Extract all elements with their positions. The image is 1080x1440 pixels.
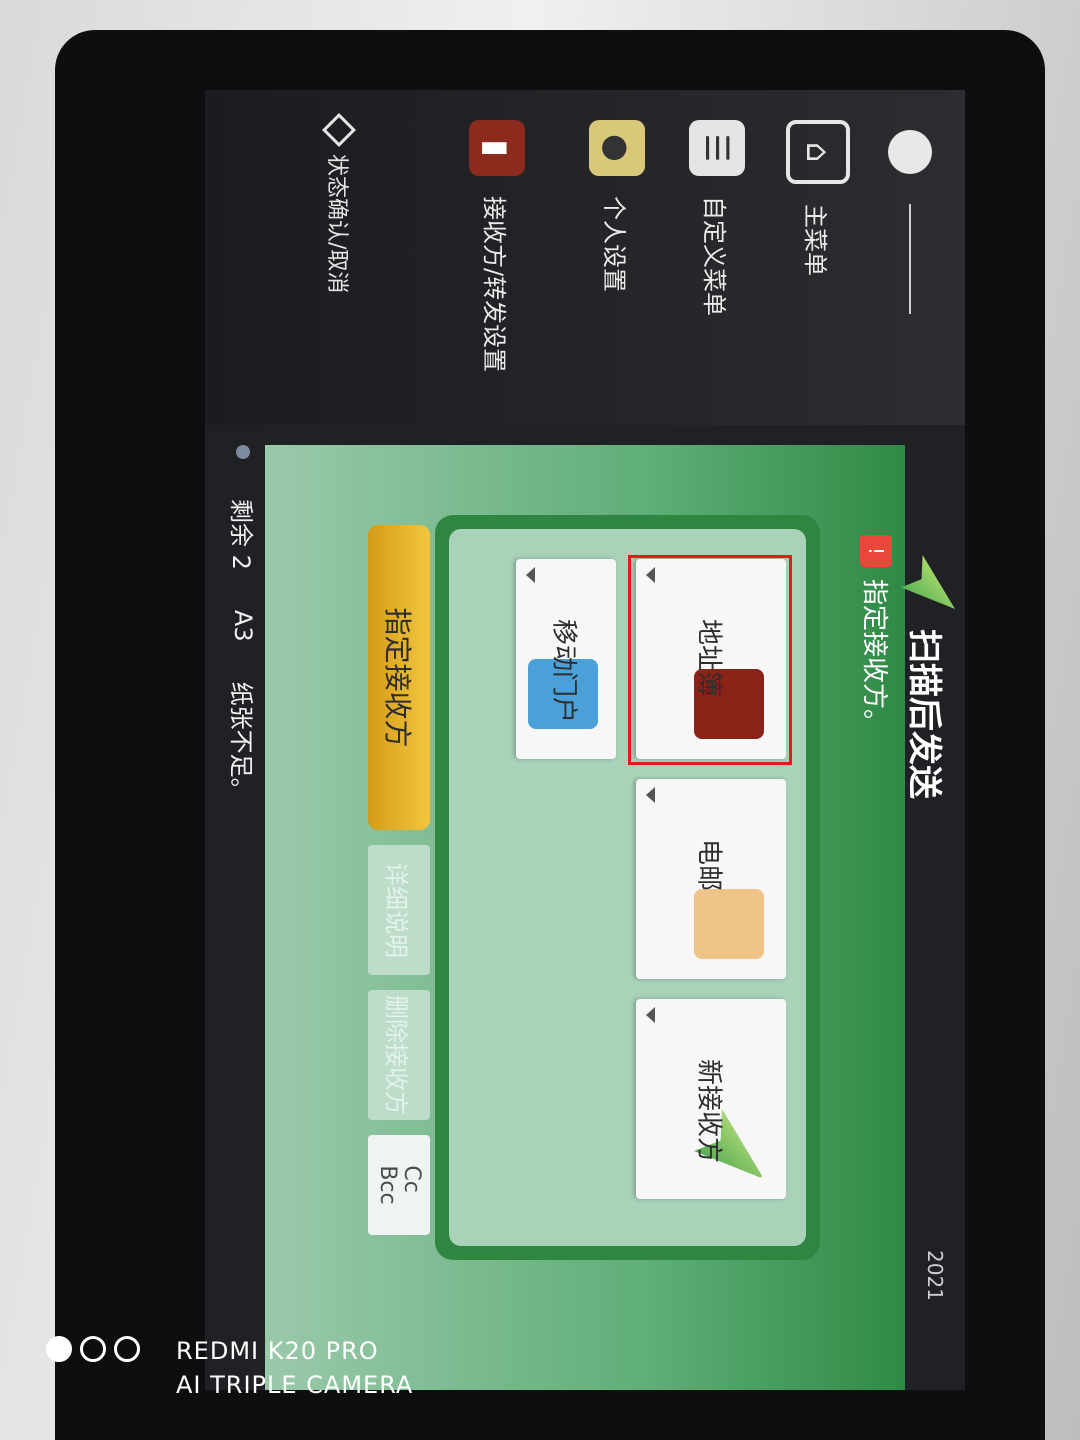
- sidebar: ⌂ 主菜单 ☰ 自定义菜单 ● 个人设置 ▮ 接收方/转发设置 状态确认/取消: [205, 90, 965, 425]
- selection-highlight: [628, 555, 792, 765]
- mobile-portal-tile[interactable]: 移动门户: [516, 559, 616, 759]
- scan-send-icon: [901, 555, 955, 609]
- tile-label: 移动门户: [548, 619, 579, 724]
- sidebar-item-custom-menu[interactable]: ☰ 自定义菜单: [689, 120, 745, 316]
- info-icon: [236, 445, 251, 459]
- status-message: 纸张不足。: [227, 681, 255, 802]
- status-cancel-label: 状态确认/取消: [324, 154, 349, 294]
- dot-icon: [46, 1336, 72, 1362]
- send-screen: 扫描后发送 ! 指定接收方。 地址簿 电邮 新接收方 移动门户 指定接收方 详细…: [265, 445, 905, 1390]
- status-cancel-button[interactable]: 状态确认/取消: [322, 113, 356, 294]
- specify-recipient-button[interactable]: 指定接收方: [368, 525, 430, 830]
- date-text: 2021: [923, 1250, 947, 1301]
- home-icon: ⌂: [786, 120, 850, 184]
- chevron-down-icon: [646, 1007, 655, 1023]
- tile-label: 电邮: [693, 839, 724, 892]
- sidebar-item-label: 接收方/转发设置: [480, 196, 509, 373]
- user-name-placeholder: [909, 204, 911, 314]
- paper-size: A3: [229, 609, 258, 642]
- recv-forward-icon: ▮: [469, 120, 525, 176]
- destination-panel-inner: 地址簿 电邮 新接收方 移动门户: [449, 529, 806, 1246]
- watermark-line2: AI TRIPLE CAMERA: [176, 1371, 414, 1399]
- button-label: 详细说明: [382, 862, 411, 958]
- warning-icon: !: [860, 535, 893, 567]
- status-diamond-icon: [322, 113, 356, 147]
- button-label: 指定接收方: [381, 607, 414, 748]
- dot-icon: [114, 1336, 140, 1362]
- sidebar-item-personal-settings[interactable]: ● 个人设置: [589, 120, 645, 292]
- page-title: 扫描后发送: [901, 555, 955, 799]
- remaining-count: 剩余 2: [227, 499, 255, 570]
- sidebar-item-label: 主菜单: [801, 204, 830, 276]
- dot-icon: [80, 1336, 106, 1362]
- chevron-down-icon: [526, 567, 535, 583]
- watermark-line1: REDMI K20 PRO: [176, 1337, 379, 1365]
- sidebar-item-recv-forward[interactable]: ▮ 接收方/转发设置: [469, 120, 525, 380]
- button-label: 删除接收方: [382, 995, 411, 1115]
- instruction-text: 指定接收方。: [859, 579, 889, 736]
- delete-recipient-button[interactable]: 删除接收方: [368, 990, 430, 1120]
- personal-settings-icon: ●: [589, 120, 645, 176]
- camera-watermark-dots: [46, 1336, 140, 1362]
- chevron-down-icon: [646, 787, 655, 803]
- tile-label: 新接收方: [693, 1059, 724, 1164]
- sidebar-item-label: 个人设置: [600, 196, 629, 292]
- status-bar: 剩余 2 A3 纸张不足。: [226, 445, 261, 802]
- instruction-hint: ! 指定接收方。: [858, 535, 895, 735]
- button-label: Cc Bcc: [375, 1165, 425, 1205]
- user-area[interactable]: [865, 130, 955, 380]
- user-icon: [888, 130, 932, 174]
- details-button[interactable]: 详细说明: [368, 845, 430, 975]
- sidebar-item-label: 自定义菜单: [700, 196, 729, 316]
- camera-watermark-text: REDMI K20 PRO AI TRIPLE CAMERA: [176, 1334, 413, 1402]
- destination-panel: 地址簿 电邮 新接收方 移动门户: [435, 515, 820, 1260]
- sidebar-item-home[interactable]: ⌂ 主菜单: [786, 120, 850, 276]
- main-area: 扫描后发送 ! 指定接收方。 地址簿 电邮 新接收方 移动门户 指定接收方 详细…: [205, 425, 965, 1390]
- hand-pointer-icon: [694, 889, 764, 959]
- touch-screen: ⌂ 主菜单 ☰ 自定义菜单 ● 个人设置 ▮ 接收方/转发设置 状态确认/取消 …: [205, 90, 965, 1390]
- custom-menu-icon: ☰: [689, 120, 745, 176]
- page-title-text: 扫描后发送: [904, 629, 945, 799]
- email-tile[interactable]: 电邮: [636, 779, 786, 979]
- cc-bcc-button[interactable]: Cc Bcc: [368, 1135, 430, 1235]
- new-recipient-tile[interactable]: 新接收方: [636, 999, 786, 1199]
